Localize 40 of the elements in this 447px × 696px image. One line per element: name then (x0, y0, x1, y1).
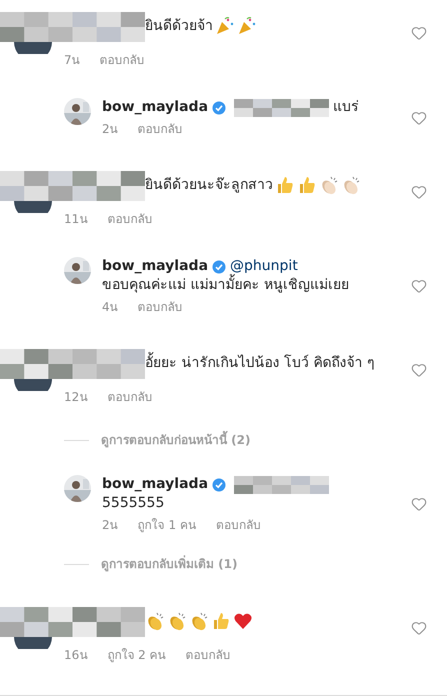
reply-link[interactable]: ตอบกลับ (107, 211, 152, 227)
reply-link[interactable]: ตอบกลับ (107, 389, 152, 405)
comment-text: ยินดีด้วยจ้า (145, 17, 213, 36)
like-icon[interactable] (411, 110, 427, 126)
username[interactable]: bow_maylada (102, 98, 208, 117)
username[interactable]: bow_maylada (102, 475, 208, 494)
reply-link[interactable]: ตอบกลับ (186, 647, 231, 663)
comment-text: อั้ยยะ น่ารักเกินไปน้อง โบว์ คิดถึงจ้า ๆ (145, 353, 375, 373)
likes-count-link[interactable]: ถูกใจ 1 คน (138, 517, 196, 533)
like-icon[interactable] (411, 496, 427, 512)
comment-text: ยินดีด้วยนะจ๊ะลูกสาว (145, 176, 273, 195)
party-popper-icon (237, 16, 257, 36)
comment-time: 2น (102, 121, 118, 137)
view-replies-link[interactable]: ดูการตอบกลับเพิ่มเติม (1) (101, 555, 238, 573)
like-icon[interactable] (411, 184, 427, 200)
comment-time: 12น (64, 389, 88, 405)
reply-link[interactable]: ตอบกลับ (138, 121, 183, 137)
thumbs-up-icon (275, 175, 295, 195)
reply-link[interactable]: ตอบกลับ (100, 52, 145, 68)
comment-time: 2น (102, 517, 118, 533)
heart-icon (233, 611, 253, 631)
reply-text: ขอบคุณค่ะแม่ แม่มามั้ยคะ หนูเชิญแม่เยย (102, 276, 372, 295)
reply-link[interactable]: ตอบกลับ (216, 517, 261, 533)
comment-time: 16น (64, 647, 88, 663)
like-icon[interactable] (411, 278, 427, 294)
view-replies-link[interactable]: ดูการตอบกลับก่อนหน้านี้ (2) (101, 431, 250, 449)
like-icon[interactable] (411, 362, 427, 378)
like-icon[interactable] (411, 25, 427, 41)
thumbs-up-icon (211, 611, 231, 631)
thumbs-up-icon (297, 175, 317, 195)
party-popper-icon (215, 16, 235, 36)
like-icon[interactable] (411, 620, 427, 636)
likes-count-link[interactable]: ถูกใจ 2 คน (107, 647, 166, 663)
reply-text: 5555555 (102, 494, 166, 513)
comment-time: 11น (64, 211, 88, 227)
reply-text: แบร่ (333, 98, 360, 117)
comment-time: 7น (64, 52, 80, 68)
reply-link[interactable]: ตอบกลับ (138, 299, 183, 315)
comment-time: 4น (102, 299, 118, 315)
username[interactable]: bow_maylada (102, 257, 208, 276)
